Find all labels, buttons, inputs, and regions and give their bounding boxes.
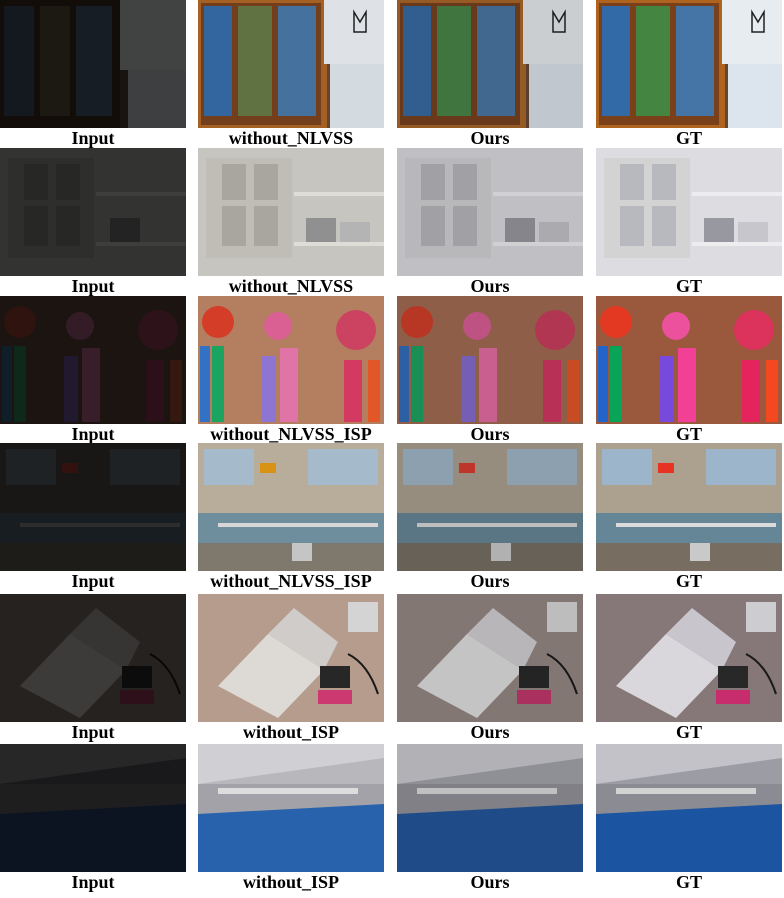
image-gt bbox=[596, 744, 782, 872]
image-ours bbox=[397, 443, 583, 571]
caption: without_NLVSS bbox=[228, 276, 354, 296]
caption: without_NLVSS_ISP bbox=[210, 571, 372, 591]
cell-variant: without_ISP bbox=[198, 744, 384, 892]
image-ours bbox=[397, 0, 583, 128]
caption: without_ISP bbox=[242, 722, 340, 742]
image-input bbox=[0, 148, 186, 276]
cell-ours: Ours bbox=[397, 443, 583, 591]
image-input bbox=[0, 0, 186, 128]
cell-ours: Ours bbox=[397, 148, 583, 296]
image-variant bbox=[198, 443, 384, 571]
image-input bbox=[0, 296, 186, 424]
caption: GT bbox=[675, 276, 702, 296]
cell-input: Input bbox=[0, 744, 186, 892]
caption: Ours bbox=[470, 128, 510, 148]
caption: Input bbox=[71, 722, 115, 742]
image-input bbox=[0, 744, 186, 872]
caption: GT bbox=[675, 424, 702, 444]
image-input bbox=[0, 443, 186, 571]
row-hall: Input without_ISP Ours GT bbox=[0, 744, 784, 892]
cell-variant: without_NLVSS bbox=[198, 0, 384, 148]
cell-input: Input bbox=[0, 594, 186, 742]
caption: without_ISP bbox=[242, 872, 340, 892]
caption: GT bbox=[675, 571, 702, 591]
caption: GT bbox=[675, 128, 702, 148]
cell-gt: GT bbox=[596, 443, 782, 591]
image-ours bbox=[397, 744, 583, 872]
row-book: Input without_ISP Ours GT bbox=[0, 594, 784, 742]
caption: Ours bbox=[470, 722, 510, 742]
cell-variant: without_NLVSS_ISP bbox=[198, 443, 384, 591]
row-tassels: Input without_NLVSS_ISP Ours GT bbox=[0, 296, 784, 444]
image-gt bbox=[596, 0, 782, 128]
image-variant bbox=[198, 148, 384, 276]
caption: Ours bbox=[470, 424, 510, 444]
cell-gt: GT bbox=[596, 744, 782, 892]
image-gt bbox=[596, 594, 782, 722]
image-input bbox=[0, 594, 186, 722]
row-cupboard: Input without_NLVSS Ours GT bbox=[0, 148, 784, 296]
caption: Input bbox=[71, 571, 115, 591]
cell-input: Input bbox=[0, 443, 186, 591]
caption: Input bbox=[71, 872, 115, 892]
caption: GT bbox=[675, 722, 702, 742]
cell-variant: without_NLVSS bbox=[198, 148, 384, 296]
cell-variant: without_ISP bbox=[198, 594, 384, 742]
image-variant bbox=[198, 0, 384, 128]
image-gt bbox=[596, 148, 782, 276]
image-ours bbox=[397, 296, 583, 424]
cell-ours: Ours bbox=[397, 296, 583, 444]
caption: Input bbox=[71, 276, 115, 296]
caption: Input bbox=[71, 424, 115, 444]
image-gt bbox=[596, 296, 782, 424]
image-ours bbox=[397, 594, 583, 722]
caption: Ours bbox=[470, 872, 510, 892]
image-variant bbox=[198, 744, 384, 872]
image-ours bbox=[397, 148, 583, 276]
caption: Input bbox=[71, 128, 115, 148]
cell-gt: GT bbox=[596, 0, 782, 148]
cell-gt: GT bbox=[596, 594, 782, 742]
caption: without_NLVSS bbox=[228, 128, 354, 148]
cell-ours: Ours bbox=[397, 744, 583, 892]
caption: Ours bbox=[470, 276, 510, 296]
row-pool: Input without_NLVSS_ISP Ours GT bbox=[0, 443, 784, 591]
caption: GT bbox=[675, 872, 702, 892]
row-bookshelf: Input without_NLVSS Ours GT bbox=[0, 0, 784, 148]
cell-ours: Ours bbox=[397, 0, 583, 148]
cell-gt: GT bbox=[596, 296, 782, 444]
image-gt bbox=[596, 443, 782, 571]
cell-input: Input bbox=[0, 148, 186, 296]
image-variant bbox=[198, 594, 384, 722]
cell-input: Input bbox=[0, 296, 186, 444]
cell-variant: without_NLVSS_ISP bbox=[198, 296, 384, 444]
image-variant bbox=[198, 296, 384, 424]
caption: Ours bbox=[470, 571, 510, 591]
cell-input: Input bbox=[0, 0, 186, 148]
caption: without_NLVSS_ISP bbox=[210, 424, 372, 444]
cell-gt: GT bbox=[596, 148, 782, 296]
comparison-grid: Input without_NLVSS Ours GT Input withou… bbox=[0, 0, 784, 898]
cell-ours: Ours bbox=[397, 594, 583, 742]
